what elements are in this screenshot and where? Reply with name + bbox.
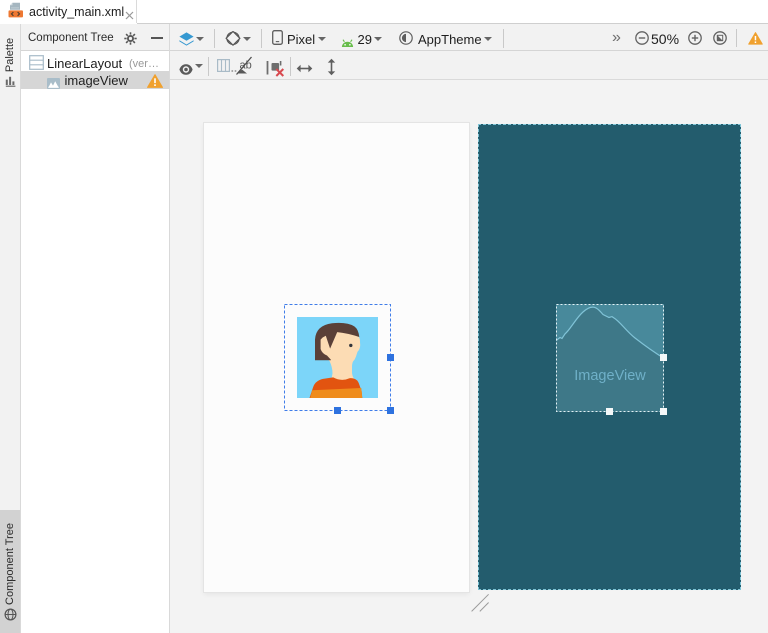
svg-text:ImageView: ImageView xyxy=(574,368,646,384)
